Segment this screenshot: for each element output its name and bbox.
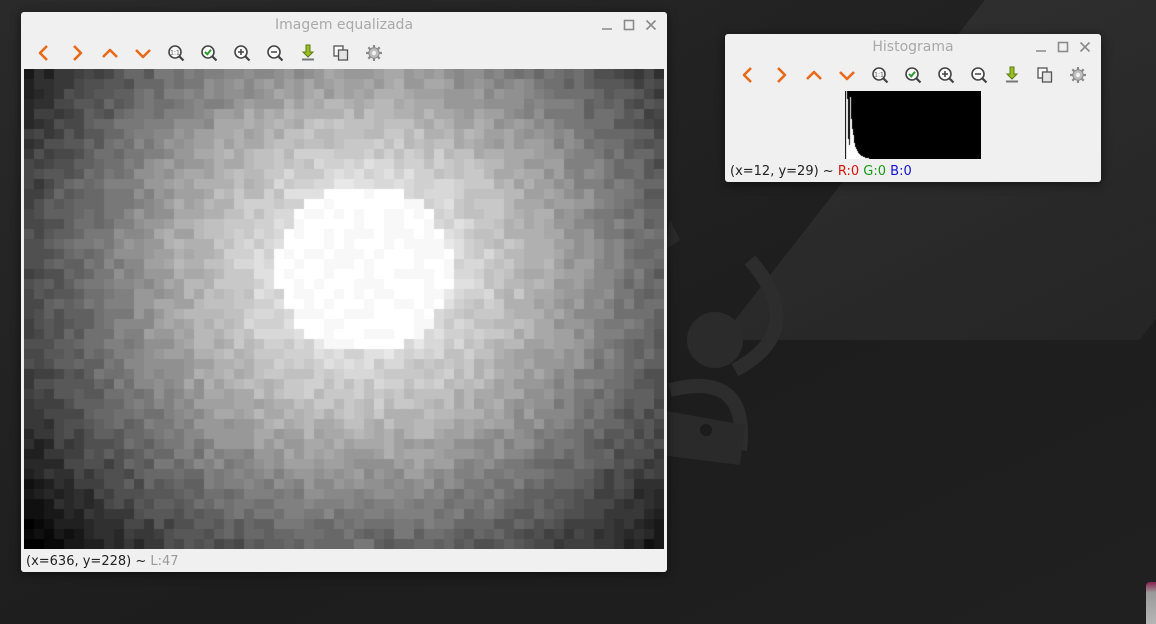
- window-controls: [1035, 34, 1091, 60]
- window-title: Imagem equalizada: [274, 17, 414, 33]
- pan-down-icon: [135, 49, 151, 59]
- properties-button[interactable]: [363, 42, 385, 64]
- zoom-fit-button[interactable]: 1:1: [869, 64, 891, 86]
- close-icon[interactable]: [1079, 41, 1091, 53]
- equalized-image-canvas[interactable]: [24, 69, 664, 549]
- zoom-out-button[interactable]: [264, 42, 286, 64]
- pan-left-button[interactable]: [33, 42, 55, 64]
- pan-left-icon: [742, 67, 752, 83]
- pan-down-button[interactable]: [836, 64, 858, 86]
- equalized-image-window: Imagem equalizada 1:1 (x=636, y=228) ~ L…: [21, 12, 667, 572]
- gear-icon: [1070, 67, 1086, 83]
- zoom-in-button[interactable]: [231, 42, 253, 64]
- zoom-out-icon: [267, 45, 284, 62]
- histogram-view[interactable]: [845, 91, 981, 159]
- zoom-in-icon: [938, 67, 955, 84]
- copy-icon: [333, 45, 349, 61]
- minimize-icon[interactable]: [1035, 41, 1047, 53]
- minimize-icon[interactable]: [601, 19, 613, 31]
- properties-button[interactable]: [1067, 64, 1089, 86]
- zoom-out-icon: [971, 67, 988, 84]
- pan-down-icon: [839, 71, 855, 81]
- copy-button[interactable]: [1034, 64, 1056, 86]
- equalized-image-view[interactable]: [24, 69, 664, 549]
- pan-left-button[interactable]: [737, 64, 759, 86]
- histogram-canvas[interactable]: [845, 91, 981, 159]
- pixel-blue-value: B:0: [890, 164, 912, 179]
- pan-up-button[interactable]: [803, 64, 825, 86]
- pan-left-icon: [38, 45, 48, 61]
- zoom-reset-icon: [201, 45, 218, 62]
- save-icon: [301, 44, 315, 61]
- image-toolbar: 1:1: [21, 38, 667, 68]
- zoom-fit-icon: 1:1: [168, 45, 185, 62]
- dock-edge[interactable]: [1146, 582, 1156, 624]
- svg-text:1:1: 1:1: [170, 50, 180, 57]
- close-icon[interactable]: [645, 19, 657, 31]
- copy-icon: [1037, 67, 1053, 83]
- pixel-luminance: L:47: [150, 554, 179, 569]
- pan-up-icon: [102, 48, 118, 58]
- zoom-reset-icon: [905, 67, 922, 84]
- save-button[interactable]: [297, 42, 319, 64]
- gear-icon: [366, 45, 382, 61]
- status-separator: ~: [818, 164, 838, 179]
- pan-down-button[interactable]: [132, 42, 154, 64]
- status-bar: (x=12, y=29) ~ R:0 G:0 B:0: [725, 162, 1101, 182]
- pan-up-icon: [806, 70, 822, 80]
- window-title: Histograma: [872, 39, 954, 55]
- status-bar: (x=636, y=228) ~ L:47: [21, 552, 667, 572]
- pan-right-button[interactable]: [66, 42, 88, 64]
- cursor-coordinates: (x=12, y=29): [730, 164, 819, 179]
- window-controls: [601, 12, 657, 38]
- save-button[interactable]: [1001, 64, 1023, 86]
- pan-right-icon: [73, 45, 83, 61]
- pan-right-icon: [777, 67, 787, 83]
- status-separator: ~: [131, 554, 151, 569]
- pixel-green-value: G:0: [863, 164, 887, 179]
- window-titlebar[interactable]: Imagem equalizada: [21, 12, 667, 38]
- zoom-in-button[interactable]: [935, 64, 957, 86]
- zoom-fit-button[interactable]: 1:1: [165, 42, 187, 64]
- maximize-icon[interactable]: [623, 19, 635, 31]
- pan-up-button[interactable]: [99, 42, 121, 64]
- image-toolbar: 1:1: [725, 60, 1101, 90]
- maximize-icon[interactable]: [1057, 41, 1069, 53]
- copy-button[interactable]: [330, 42, 352, 64]
- zoom-in-icon: [234, 45, 251, 62]
- zoom-out-button[interactable]: [968, 64, 990, 86]
- svg-text:1:1: 1:1: [874, 72, 884, 79]
- zoom-reset-button[interactable]: [198, 42, 220, 64]
- pan-right-button[interactable]: [770, 64, 792, 86]
- zoom-reset-button[interactable]: [902, 64, 924, 86]
- cursor-coordinates: (x=636, y=228): [26, 554, 132, 569]
- window-titlebar[interactable]: Histograma: [725, 34, 1101, 60]
- pixel-red-value: R:0: [837, 164, 860, 179]
- histogram-window: Histograma 1:1 (x=12, y=29) ~ R:0 G:0 B:…: [725, 34, 1101, 182]
- save-icon: [1005, 66, 1019, 83]
- zoom-fit-icon: 1:1: [872, 67, 889, 84]
